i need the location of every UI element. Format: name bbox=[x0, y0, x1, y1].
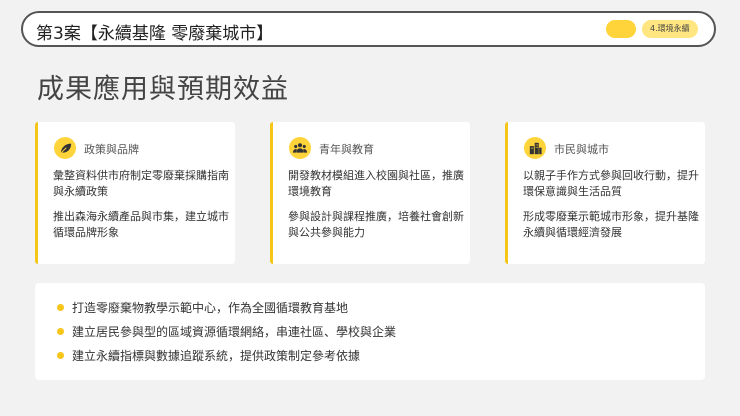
card-text: 彙整資料供市府制定零廢棄採購指南與永續政策 bbox=[53, 169, 229, 198]
card-text: 形成零廢棄示範城市形象，提升基隆永續與循環經濟發展 bbox=[523, 210, 699, 239]
leaf-icon bbox=[54, 137, 76, 159]
card-youth-education: 青年與教育 開發教材模組進入校園與社區，推廣環境教育 參與設計與課程推廣，培養社… bbox=[270, 122, 470, 264]
list-item-text: 建立居民參與型的區域資源循環網絡，串連社區、學校與企業 bbox=[72, 325, 397, 339]
card-text: 以親子手作方式參與回收行動，提升環保意識與生活品質 bbox=[523, 169, 699, 198]
case-title: 第3案【永續基隆 零廢棄城市】 bbox=[36, 24, 274, 44]
card-citizens-city: 市民與城市 以親子手作方式參與回收行動，提升環保意識與生活品質 形成零廢棄示範城… bbox=[505, 122, 705, 264]
list-item: 打造零廢棄物教學示範中心，作為全國循環教育基地 bbox=[57, 299, 348, 316]
card-title: 市民與城市 bbox=[554, 143, 609, 156]
page-title: 成果應用與預期效益 bbox=[37, 74, 289, 105]
progress-pill bbox=[606, 20, 636, 38]
bullet-dot-icon bbox=[57, 328, 64, 335]
card-text: 參與設計與課程推廣，培養社會創新與公共參與能力 bbox=[288, 210, 464, 239]
card-title: 政策與品牌 bbox=[84, 143, 139, 156]
list-item: 建立居民參與型的區域資源循環網絡，串連社區、學校與企業 bbox=[57, 323, 396, 340]
list-item-text: 建立永續指標與數據追蹤系統，提供政策制定參考依據 bbox=[72, 349, 361, 363]
people-icon bbox=[289, 137, 311, 159]
card-text: 推出森海永續產品與市集，建立城市循環品牌形象 bbox=[53, 210, 229, 239]
city-icon bbox=[524, 137, 546, 159]
list-item-text: 打造零廢棄物教學示範中心，作為全國循環教育基地 bbox=[72, 301, 349, 315]
list-item: 建立永續指標與數據追蹤系統，提供政策制定參考依據 bbox=[57, 347, 360, 364]
category-tag: 4.環境永續 bbox=[642, 20, 698, 38]
bullet-dot-icon bbox=[57, 304, 64, 311]
top-bar: 第3案【永續基隆 零廢棄城市】 4.環境永續 bbox=[21, 11, 716, 47]
card-policy-brand: 政策與品牌 彙整資料供市府制定零廢棄採購指南與永續政策 推出森海永續產品與市集，… bbox=[35, 122, 235, 264]
card-text: 開發教材模組進入校園與社區，推廣環境教育 bbox=[288, 169, 464, 198]
card-title: 青年與教育 bbox=[319, 143, 374, 156]
bullet-dot-icon bbox=[57, 352, 64, 359]
summary-panel: 打造零廢棄物教學示範中心，作為全國循環教育基地 建立居民參與型的區域資源循環網絡… bbox=[35, 283, 705, 380]
